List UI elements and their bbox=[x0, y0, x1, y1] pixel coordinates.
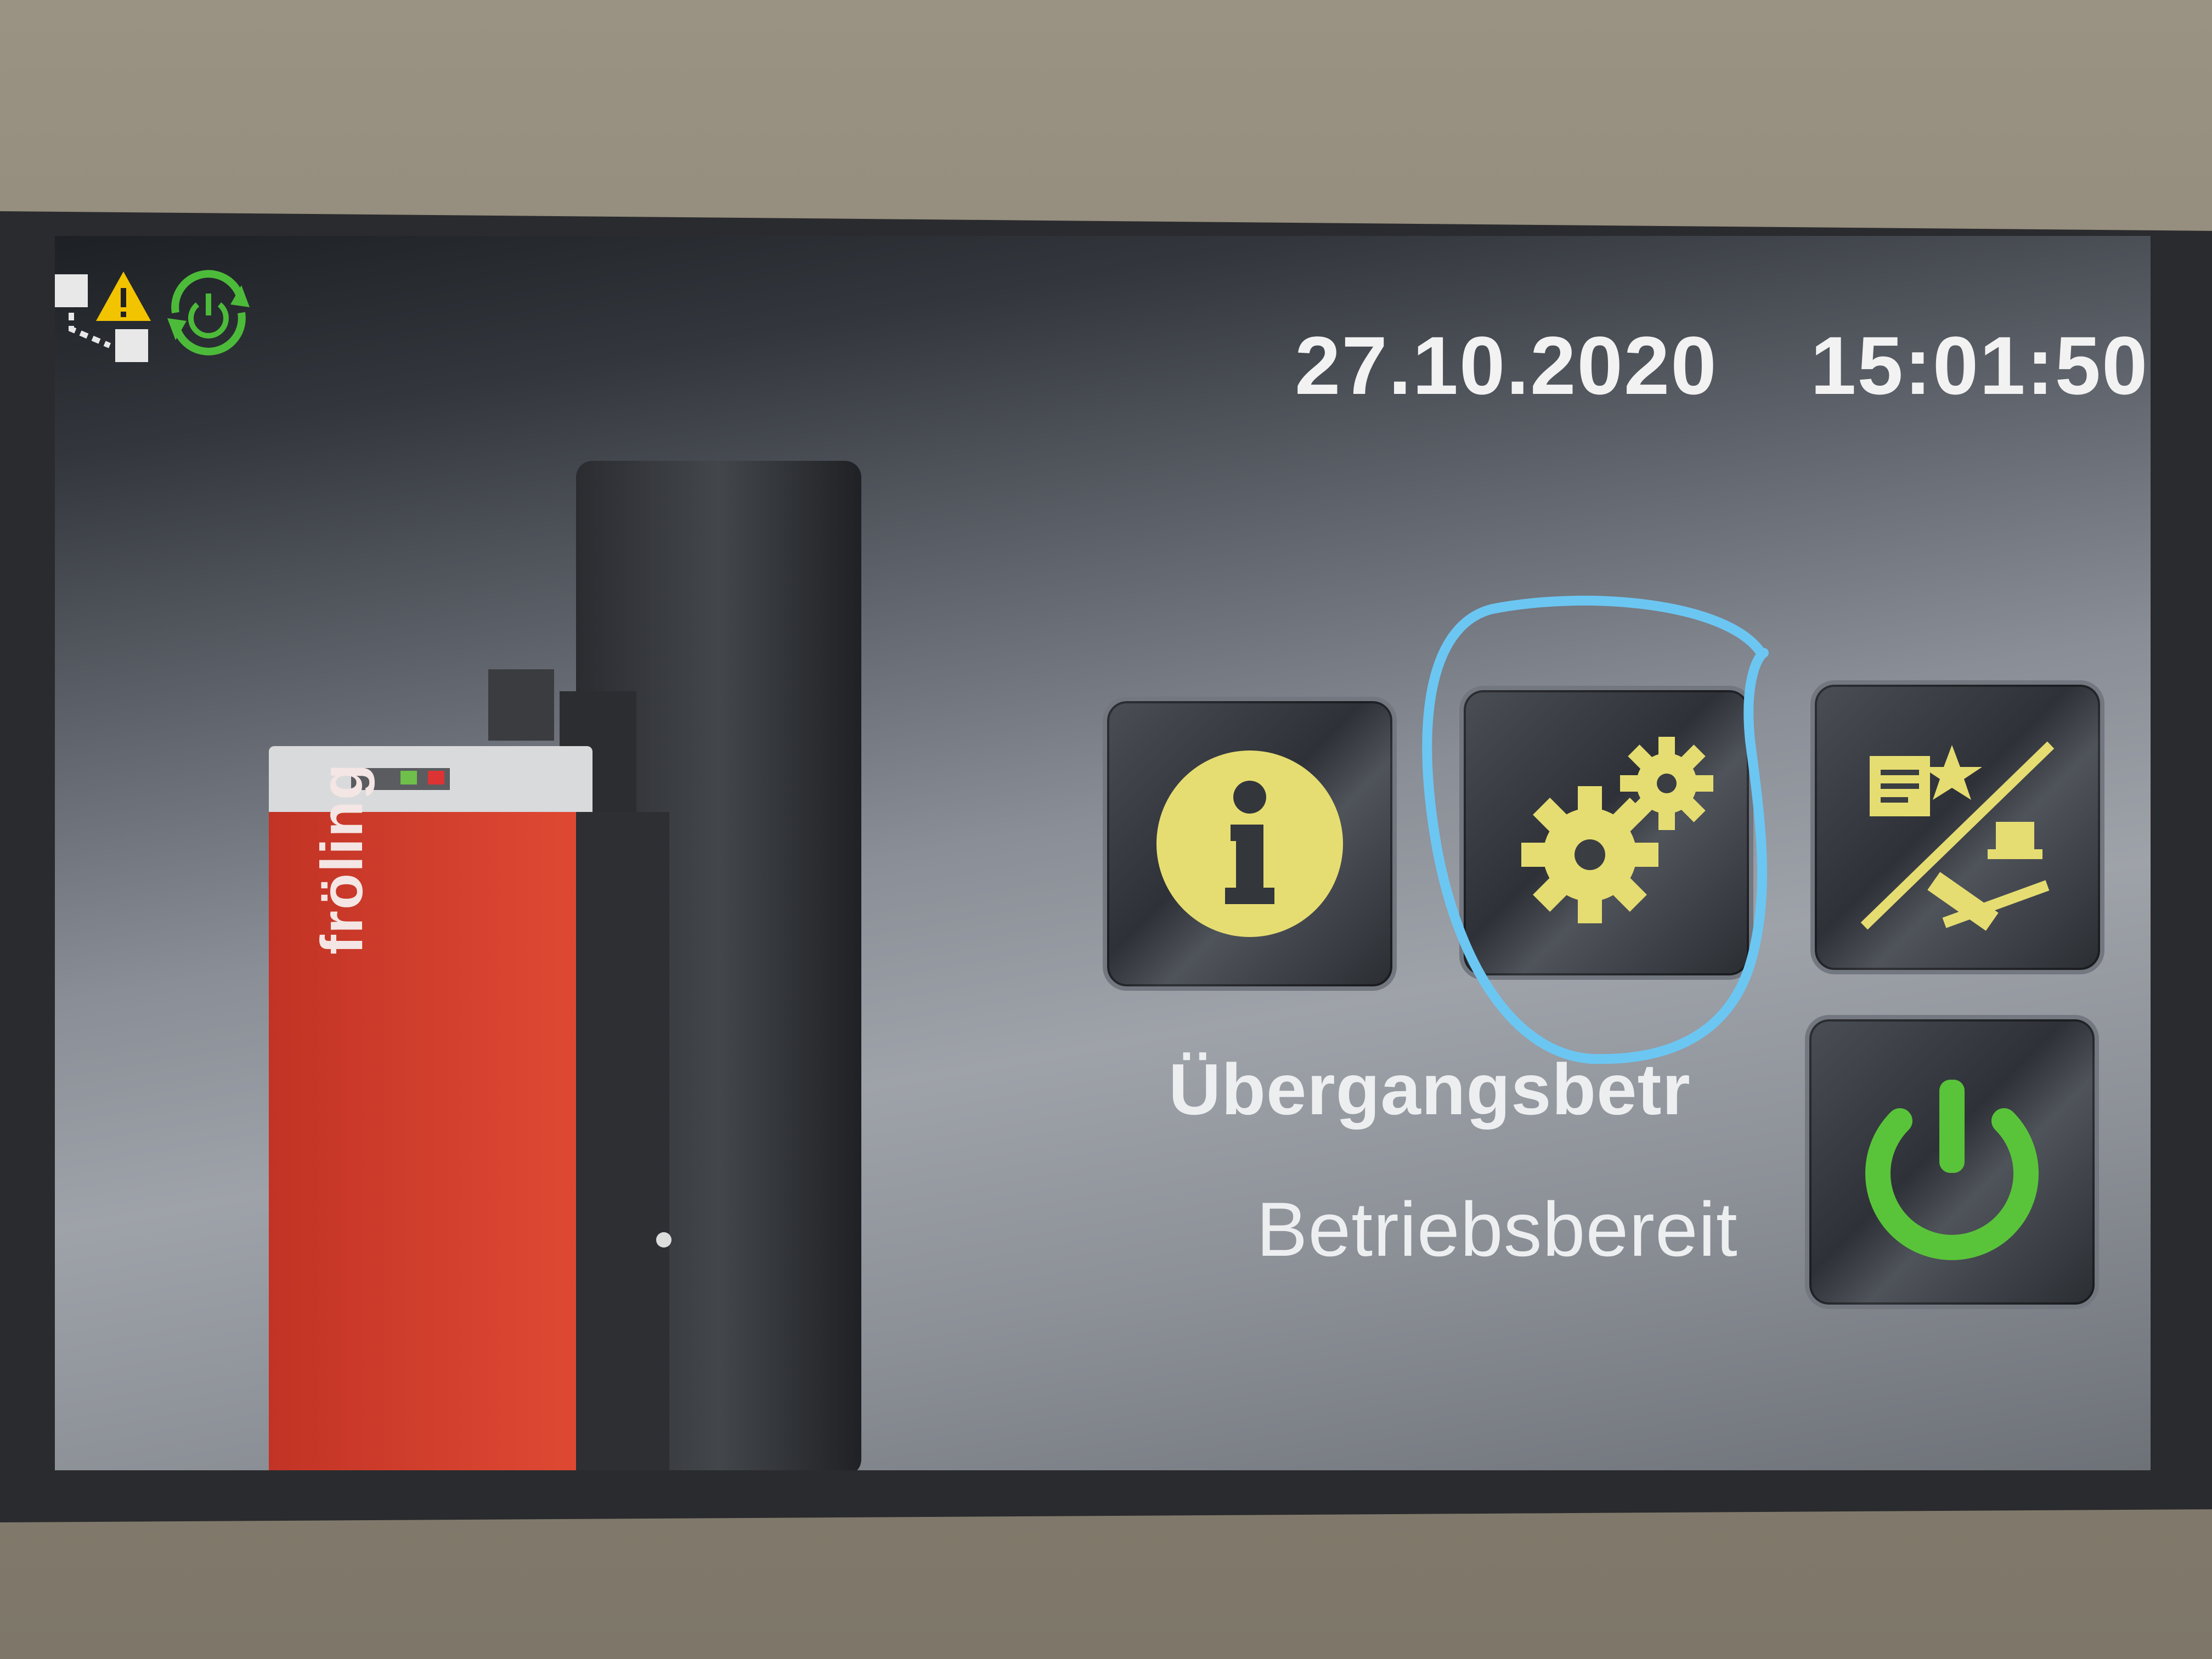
info-button[interactable] bbox=[1103, 697, 1397, 991]
gears-icon bbox=[1521, 737, 1713, 923]
power-button[interactable] bbox=[1805, 1015, 2099, 1309]
info-icon bbox=[1156, 751, 1343, 937]
date-display: 27.10.2020 bbox=[1295, 319, 1718, 411]
operating-state-label: Betriebsbereit bbox=[1256, 1186, 1738, 1272]
power-icon bbox=[1865, 1080, 2039, 1260]
chimney-sweep-icon bbox=[1860, 741, 2055, 931]
standby-cycle-icon[interactable] bbox=[159, 263, 258, 362]
operating-mode-label: Übergangsbetr bbox=[1169, 1049, 1691, 1130]
boiler-brand-label: fröling bbox=[308, 763, 375, 955]
warning-icon bbox=[96, 272, 151, 321]
boiler-illustration bbox=[269, 461, 861, 1470]
settings-button[interactable] bbox=[1459, 686, 1753, 980]
chimney-sweep-button[interactable] bbox=[1810, 680, 2104, 974]
time-display: 15:01:50 bbox=[1810, 319, 2149, 411]
touch-screen: 27.10.2020 15:01:50 fröling Übergangsbet… bbox=[55, 236, 2151, 1470]
